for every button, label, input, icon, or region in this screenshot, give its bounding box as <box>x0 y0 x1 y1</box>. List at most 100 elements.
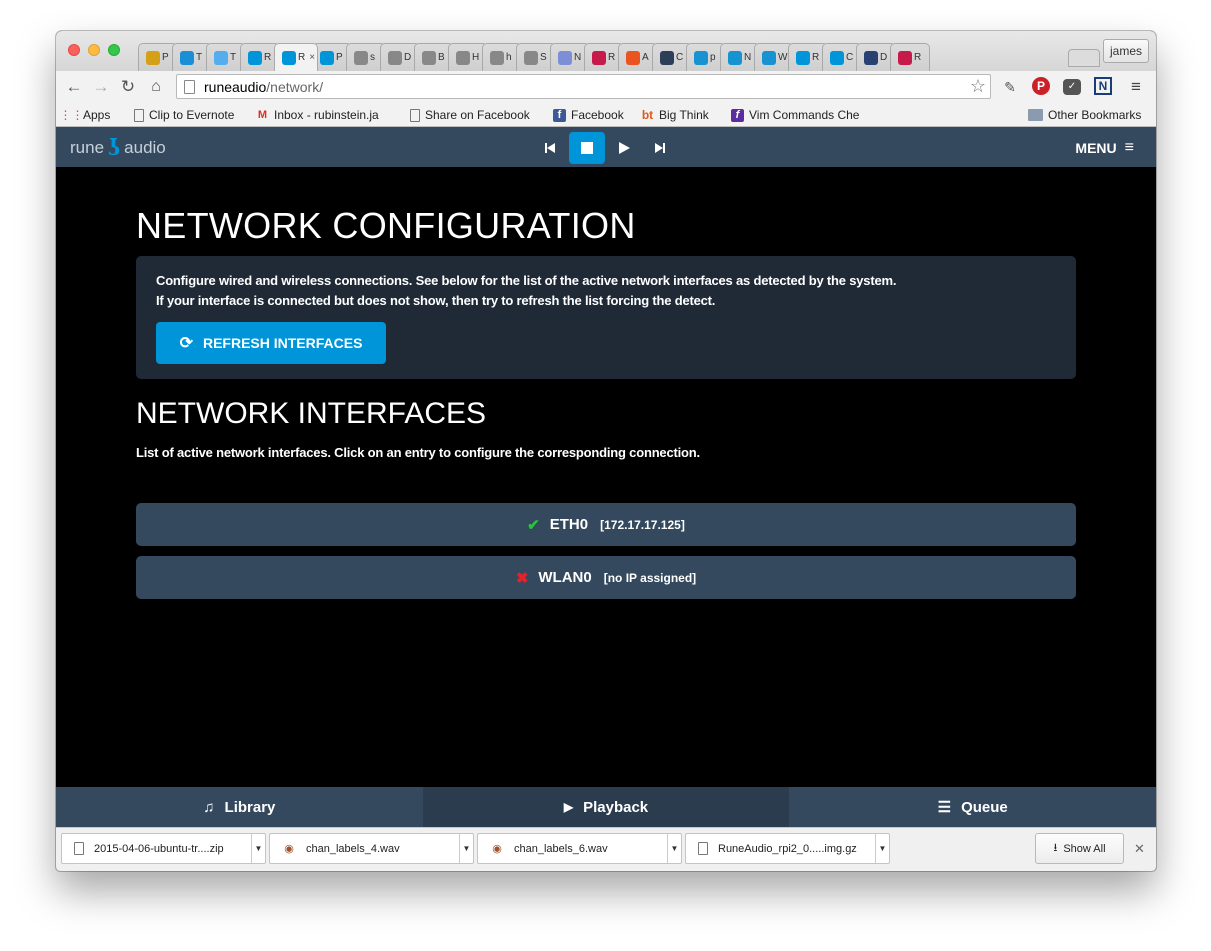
profile-button[interactable]: james <box>1103 39 1149 63</box>
raspberry-icon <box>898 50 912 65</box>
config-info-box: Configure wired and wireless connections… <box>136 256 1076 379</box>
download-menu-chevron-icon[interactable]: ▼ <box>667 834 681 863</box>
document-icon <box>388 50 402 65</box>
bookmark-share-on-facebook[interactable]: Share on Facebook <box>410 107 530 123</box>
runeaudio-logo[interactable]: rune ʖ audio <box>70 135 166 161</box>
bigthink-icon: bt <box>641 108 654 122</box>
refresh-interfaces-button[interactable]: ⟳ REFRESH INTERFACES <box>156 322 386 364</box>
main-content: NETWORK CONFIGURATION Configure wired an… <box>56 167 1156 787</box>
previous-track-button[interactable] <box>532 132 568 164</box>
play-circle-icon <box>180 50 194 65</box>
music-note-icon: ♫ <box>203 798 215 816</box>
home-icon[interactable]: ⌂ <box>146 77 166 97</box>
chrome-menu-icon[interactable]: ≡ <box>1126 77 1146 97</box>
stop-icon <box>581 142 593 154</box>
ubuntu-icon <box>626 50 640 65</box>
download-menu-chevron-icon[interactable]: ▼ <box>251 834 265 863</box>
download-item[interactable]: 2015-04-06-ubuntu-tr....zip ▼ <box>61 833 266 864</box>
bookmark-other-bookmarks[interactable]: Other Bookmarks <box>1028 107 1141 123</box>
rune-logo-icon: ʖ <box>108 135 121 161</box>
facebook-icon: f <box>553 108 566 122</box>
download-item[interactable]: ◉ chan_labels_6.wav ▼ <box>477 833 682 864</box>
document-icon <box>524 50 538 65</box>
refresh-icon: ⟳ <box>179 335 193 352</box>
bottom-nav: ♫ Library ▶ Playback ☰ Queue <box>56 787 1156 827</box>
rune-icon <box>282 50 296 65</box>
arch-icon <box>694 50 708 65</box>
folder-icon <box>1028 109 1043 121</box>
download-shelf: 2015-04-06-ubuntu-tr....zip ▼ ◉ chan_lab… <box>56 827 1156 871</box>
intro-text-line2: If your interface is connected but does … <box>156 293 716 308</box>
rune-icon <box>320 50 334 65</box>
download-item[interactable]: RuneAudio_rpi2_0.....img.gz ▼ <box>685 833 890 864</box>
interface-eth0[interactable]: ✔ ETH0 [172.17.17.125] <box>136 503 1076 546</box>
show-all-downloads-button[interactable]: ⭳ Show All <box>1035 833 1124 864</box>
rune-icon <box>830 50 844 65</box>
pocket-icon[interactable]: ✓ <box>1063 79 1081 95</box>
notepad-n-icon[interactable]: N <box>1094 77 1112 95</box>
bookmark-clip-to-evernote[interactable]: Clip to Evernote <box>134 107 234 123</box>
tab-list: P T T R R × Ps D B Hh S N R A Cp N W R C D R <box>138 43 930 71</box>
target-icon <box>558 50 572 65</box>
bookmark-inbox[interactable]: M Inbox - rubinstein.ja <box>256 107 379 123</box>
twitter-icon <box>214 50 228 65</box>
tab-library[interactable]: ♫ Library <box>56 787 423 827</box>
bookmark-facebook[interactable]: f Facebook <box>553 107 624 123</box>
bookmark-big-think[interactable]: bt Big Think <box>641 107 709 123</box>
browser-tab[interactable]: R × <box>274 43 318 71</box>
url-text: runeaudio/network/ <box>204 79 324 95</box>
menu-button[interactable]: MENU ≡ <box>1075 139 1134 157</box>
window-minimize-button[interactable] <box>88 44 100 56</box>
new-tab-button[interactable] <box>1068 49 1100 67</box>
download-arrow-icon: ⭳ <box>1053 842 1058 854</box>
interface-ip: [172.17.17.125] <box>600 517 685 532</box>
window-close-button[interactable] <box>68 44 80 56</box>
i-circle-icon <box>660 50 674 65</box>
reload-icon[interactable]: ↻ <box>118 77 138 97</box>
bookmark-vim-commands[interactable]: f Vim Commands Che <box>731 107 859 123</box>
browser-window: P T T R R × Ps D B Hh S N R A Cp N W R C D R james ← → ↻ ⌂ r… <box>56 31 1156 871</box>
stop-button[interactable] <box>569 132 605 164</box>
interface-wlan0[interactable]: ✖ WLAN0 [no IP assigned] <box>136 556 1076 599</box>
page-title: NETWORK CONFIGURATION <box>136 205 636 246</box>
play-icon: ▶ <box>563 800 574 814</box>
skip-next-icon <box>655 143 665 153</box>
tab-queue[interactable]: ☰ Queue <box>789 787 1156 827</box>
document-icon <box>422 50 436 65</box>
forward-arrow-icon[interactable]: → <box>91 77 111 97</box>
browser-tab[interactable]: R <box>890 43 930 71</box>
pinterest-icon[interactable]: P <box>1032 77 1050 95</box>
bookmark-apps[interactable]: ⋮⋮ Apps <box>59 107 111 123</box>
bookmark-star-icon[interactable]: ☆ <box>970 76 986 97</box>
download-menu-chevron-icon[interactable]: ▼ <box>875 834 889 863</box>
rune-icon <box>248 50 262 65</box>
document-icon <box>490 50 504 65</box>
window-maximize-button[interactable] <box>108 44 120 56</box>
list-icon: ☰ <box>937 799 952 816</box>
arch-icon <box>762 50 776 65</box>
interface-ip: [no IP assigned] <box>603 570 697 585</box>
skip-previous-icon <box>545 143 555 153</box>
audio-file-icon: ◉ <box>284 843 294 855</box>
next-track-button[interactable] <box>642 132 678 164</box>
close-shelf-icon[interactable]: ✕ <box>1134 841 1145 857</box>
document-icon <box>74 842 84 855</box>
address-bar[interactable]: runeaudio/network/ ☆ <box>176 74 991 99</box>
tab-playback[interactable]: ▶ Playback <box>422 787 790 827</box>
tab-strip: P T T R R × Ps D B Hh S N R A Cp N W R C D R james <box>56 31 1156 71</box>
download-item[interactable]: ◉ chan_labels_4.wav ▼ <box>269 833 474 864</box>
intro-text-line1: Configure wired and wireless connections… <box>156 273 897 288</box>
tab-close-icon[interactable]: × <box>309 52 315 63</box>
interface-name: WLAN0 <box>538 569 592 586</box>
document-icon <box>410 108 420 122</box>
arch-icon <box>728 50 742 65</box>
play-button[interactable] <box>606 132 642 164</box>
disconnected-x-icon: ✖ <box>515 569 529 587</box>
document-icon <box>456 50 470 65</box>
raspberry-icon <box>592 50 606 65</box>
apps-grid-icon: ⋮⋮ <box>59 108 84 122</box>
evernote-elephant-icon[interactable]: ✎ <box>1000 77 1020 97</box>
back-arrow-icon[interactable]: ← <box>64 77 84 97</box>
download-menu-chevron-icon[interactable]: ▼ <box>459 834 473 863</box>
play-icon <box>619 142 630 154</box>
